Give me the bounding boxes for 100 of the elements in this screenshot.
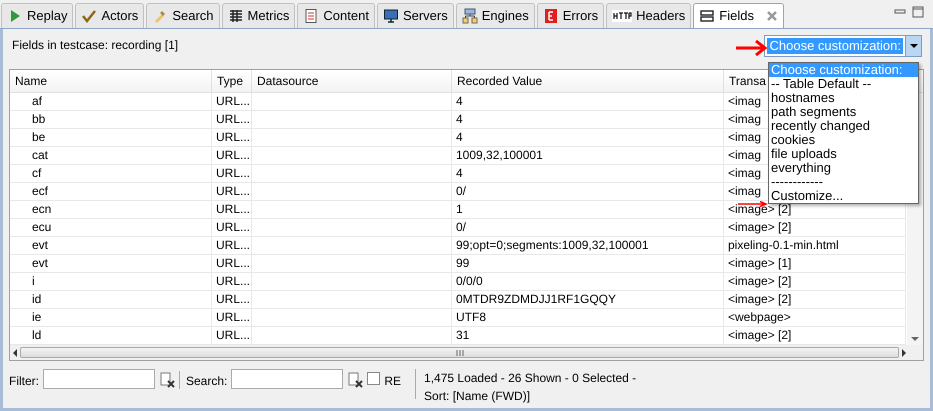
menu-item[interactable]: Customize... (769, 189, 918, 203)
tab[interactable]: Servers (376, 3, 454, 28)
name-cell: ecn (32, 204, 52, 216)
scroll-right-icon[interactable] (902, 348, 906, 357)
value-cell: 0/ (456, 222, 466, 234)
column-header[interactable]: Type (212, 70, 252, 92)
filter-field[interactable] (43, 369, 155, 389)
transaction-cell: <image> [2] (728, 276, 792, 288)
value-cell: 31 (456, 330, 470, 342)
name-cell: af (32, 96, 42, 108)
name-cell: ecf (32, 186, 48, 198)
type-cell: URL... (216, 96, 250, 108)
value-cell: 0/ (456, 186, 466, 198)
transaction-cell: pixeling-0.1-min.html (728, 240, 839, 252)
name-cell: cat (32, 150, 48, 162)
panel-heading: Fields in testcase: recording [1] (11, 37, 178, 54)
clear-search-icon[interactable] (347, 372, 364, 388)
transaction-cell: <imag (728, 186, 762, 198)
name-cell: cf (32, 168, 42, 180)
type-cell: URL... (216, 222, 250, 234)
type-cell: URL... (216, 330, 250, 342)
type-cell: URL... (216, 240, 250, 252)
filter-label: Filter: (9, 373, 39, 390)
close-icon[interactable] (766, 10, 778, 22)
name-cell: evt (32, 258, 48, 270)
column-header[interactable]: Datasource (252, 70, 452, 92)
transaction-cell: <image> [1] (728, 258, 792, 270)
status-text: Sort: [Name (FWD)] (424, 388, 532, 405)
menu-item[interactable]: everything (769, 161, 918, 175)
search-field[interactable] (231, 369, 344, 389)
value-cell: 4 (456, 168, 463, 180)
grid-icon (228, 8, 244, 24)
value-cell: UTF8 (456, 312, 486, 324)
list-icon (699, 8, 716, 24)
value-cell: 0/0/0 (456, 276, 483, 288)
column-header[interactable]: Name (10, 70, 212, 92)
transaction-cell: <imag (728, 114, 762, 126)
hierarchy-icon (462, 8, 478, 24)
grip-icon (456, 348, 464, 357)
transaction-cell: <image> [2] (728, 222, 792, 234)
tab[interactable]: Actors (75, 3, 144, 28)
value-cell: 99 (456, 258, 470, 270)
value-cell: 99;opt=0;segments:1009,32,100001 (456, 240, 648, 252)
caret-icon (910, 44, 918, 48)
document-icon (303, 8, 320, 24)
scroll-thumb[interactable] (20, 347, 899, 358)
value-cell: 1009,32,100001 (456, 150, 543, 162)
name-cell: be (32, 132, 46, 144)
transaction-cell: <image> [2] (728, 330, 792, 342)
type-cell: URL... (216, 276, 250, 288)
tab[interactable]: Headers (606, 3, 692, 28)
arrow-icon (736, 40, 768, 56)
tab[interactable]: Replay (1, 3, 74, 28)
clear-filter-icon[interactable] (159, 372, 175, 388)
type-cell: URL... (216, 186, 250, 198)
menu-item[interactable]: recently changed (769, 119, 918, 133)
tab[interactable]: Engines (456, 3, 535, 28)
tab[interactable]: Content (297, 3, 375, 28)
scroll-left-icon[interactable] (13, 348, 17, 357)
transaction-cell: <imag (728, 168, 762, 180)
tab[interactable]: Errors (536, 3, 604, 28)
type-cell: URL... (216, 150, 250, 162)
error-icon (542, 8, 559, 24)
http-icon (612, 10, 632, 22)
column-header[interactable]: Recorded Value (452, 70, 724, 92)
monitor-icon (382, 8, 399, 24)
type-cell: URL... (216, 294, 250, 306)
name-cell: ie (32, 312, 42, 324)
type-cell: URL... (216, 312, 250, 324)
name-cell: evt (32, 240, 48, 252)
menu-item[interactable]: hostnames (769, 91, 918, 105)
type-cell: URL... (216, 168, 250, 180)
menu-item[interactable]: cookies (769, 133, 918, 147)
regex-label: RE (384, 373, 402, 390)
menu-item[interactable]: -- Table Default -- (769, 77, 918, 91)
value-cell: 4 (456, 96, 463, 108)
name-cell: ecu (32, 222, 52, 234)
search-label: Search: (186, 373, 228, 390)
tab[interactable]: Metrics (222, 3, 296, 28)
menu-item[interactable]: ------------ (769, 175, 918, 189)
horizontal-scrollbar[interactable] (10, 345, 923, 360)
transaction-cell: <image> [2] (728, 294, 792, 306)
transaction-cell: <webpage> (728, 312, 791, 324)
tab[interactable]: Search (146, 3, 220, 28)
type-cell: URL... (216, 132, 250, 144)
type-cell: URL... (216, 114, 250, 126)
type-cell: URL... (216, 204, 250, 216)
transaction-cell: <imag (728, 96, 762, 108)
value-cell: 0MTDR9ZDMDJJ1RF1GQQY (456, 294, 616, 306)
menu-item[interactable]: file uploads (769, 147, 918, 161)
type-cell: URL... (216, 258, 250, 270)
name-cell: id (32, 294, 42, 306)
regex-checkbox[interactable] (367, 372, 380, 385)
menu-item[interactable]: path segments (769, 105, 918, 119)
name-cell: ld (32, 330, 42, 342)
maximize-icon[interactable] (912, 6, 924, 18)
value-cell: 4 (456, 132, 463, 144)
scroll-down-icon[interactable] (911, 337, 919, 342)
tab[interactable]: Fields (693, 3, 784, 28)
transaction-cell: <imag (728, 132, 762, 144)
